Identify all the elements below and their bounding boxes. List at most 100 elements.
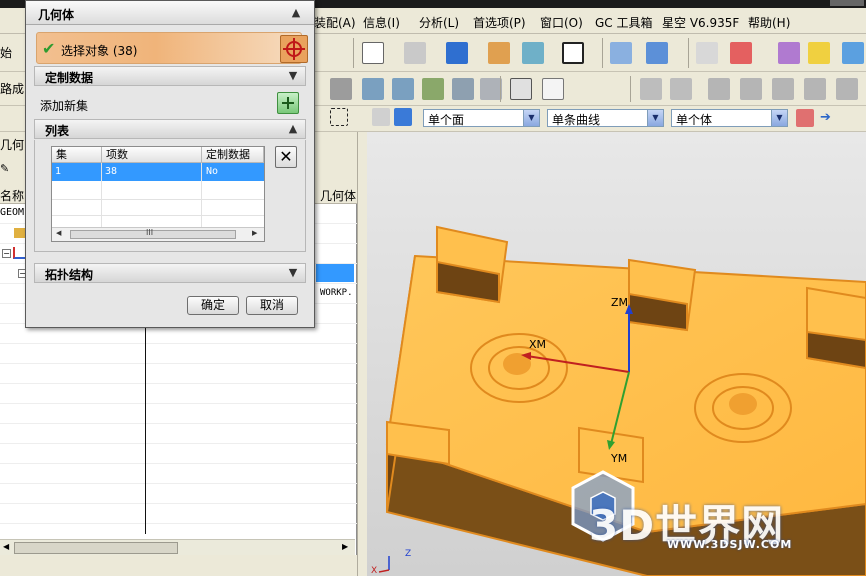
toolbar-separator: [688, 38, 689, 68]
feature-icon[interactable]: [670, 78, 692, 100]
menu-analysis[interactable]: 分析(L): [419, 14, 459, 31]
list-horizontal-scrollbar[interactable]: ◀ III ▶: [52, 227, 264, 241]
scroll-right-icon[interactable]: ▶: [342, 542, 348, 551]
scroll-right-icon[interactable]: ▶: [252, 229, 257, 237]
chevron-down-icon[interactable]: ▼: [285, 265, 301, 281]
snap-point-icon[interactable]: [778, 42, 800, 64]
select-object-row[interactable]: ✔ 选择对象 (38): [36, 32, 308, 64]
refresh-icon[interactable]: [842, 42, 864, 64]
expand-toggle-icon[interactable]: −: [2, 249, 11, 258]
set-list-table[interactable]: 集 项数 定制数据 1 38 No ◀ III ▶: [51, 146, 265, 242]
dialog-title: 几何体: [38, 8, 75, 22]
table-row[interactable]: [0, 484, 357, 504]
table-row[interactable]: [52, 163, 264, 181]
graphics-viewport[interactable]: ZM XM YM Z X 3D世界网 WWW.3DSJW.COM: [367, 132, 866, 576]
open-folder-icon[interactable]: [488, 42, 510, 64]
table-row[interactable]: [0, 444, 357, 464]
face-filter-icon[interactable]: [372, 108, 390, 126]
plus-icon: [282, 97, 294, 109]
filter-options-icon[interactable]: [796, 109, 814, 127]
verify-icon[interactable]: [362, 78, 384, 100]
navigator-horizontal-scrollbar[interactable]: ◀ ▶: [0, 539, 355, 555]
menu-preferences[interactable]: 首选项(P): [473, 14, 526, 31]
scrollbar-thumb[interactable]: [14, 542, 178, 554]
face-rule-dropdown[interactable]: 单个面 ▼: [423, 109, 540, 127]
chevron-down-icon[interactable]: ▼: [771, 110, 787, 126]
cancel-button[interactable]: 取消: [246, 296, 298, 315]
table-row[interactable]: [0, 404, 357, 424]
menu-help[interactable]: 帮助(H): [748, 14, 790, 31]
feature-icon[interactable]: [640, 78, 662, 100]
feature-icon[interactable]: [772, 78, 794, 100]
view-direction-icon[interactable]: [646, 42, 668, 64]
curve-rule-dropdown[interactable]: 单条曲线 ▼: [547, 109, 664, 127]
select-object-button[interactable]: [280, 35, 308, 63]
feature-icon[interactable]: [836, 78, 858, 100]
scroll-left-icon[interactable]: ◀: [56, 229, 61, 237]
column-set[interactable]: 集: [52, 147, 102, 163]
coordinate-system-icon: [13, 247, 25, 259]
add-new-set-button[interactable]: [277, 92, 299, 114]
arrow-right-icon[interactable]: ➔: [820, 109, 836, 127]
generate-path-icon[interactable]: [392, 78, 414, 100]
body-rule-dropdown[interactable]: 单个体 ▼: [671, 109, 788, 127]
add-new-set-label: 添加新集: [40, 99, 89, 113]
toolbar-separator: [630, 76, 631, 102]
menu-info[interactable]: 信息(I): [363, 14, 400, 31]
topology-group[interactable]: 拓扑结构 ▼: [34, 263, 306, 283]
menu-window[interactable]: 窗口(O): [540, 14, 583, 31]
delete-set-button[interactable]: ✕: [275, 146, 297, 168]
column-custom-data[interactable]: 定制数据: [202, 147, 264, 163]
feature-icon[interactable]: [708, 78, 730, 100]
chevron-up-icon[interactable]: ▲: [285, 121, 301, 137]
layout-icon[interactable]: [696, 42, 718, 64]
toolbar-start-fragment[interactable]: 始: [0, 44, 12, 61]
feature-icon[interactable]: [804, 78, 826, 100]
create-program-icon[interactable]: [510, 78, 532, 100]
layer-icon[interactable]: [522, 42, 544, 64]
table-row[interactable]: [0, 464, 357, 484]
chevron-down-icon[interactable]: ▼: [285, 68, 301, 84]
dialog-title-bar[interactable]: 几何体 ▲: [26, 1, 314, 25]
chevron-down-icon[interactable]: ▼: [647, 110, 663, 126]
display-frame-icon[interactable]: [562, 42, 584, 64]
fit-view-icon[interactable]: [362, 42, 384, 64]
menu-gc-toolkit[interactable]: GC 工具箱: [595, 14, 653, 31]
toolbar-path-fragment[interactable]: 路成: [0, 80, 24, 97]
table-row[interactable]: [0, 424, 357, 444]
replay-icon[interactable]: [422, 78, 444, 100]
post-process-icon[interactable]: [452, 78, 474, 100]
custom-data-group[interactable]: 定制数据 ▼: [34, 66, 306, 86]
table-row[interactable]: [0, 344, 357, 364]
window-control[interactable]: [830, 0, 864, 6]
wcs-icon[interactable]: [730, 42, 752, 64]
crosshair-icon: [283, 38, 305, 60]
shaded-cube-icon[interactable]: [446, 42, 468, 64]
menu-xingkong[interactable]: 星空 V6.935F: [662, 14, 739, 31]
column-count[interactable]: 项数: [102, 147, 202, 163]
orient-view-icon[interactable]: [610, 42, 632, 64]
help-magnifier-icon[interactable]: [808, 42, 830, 64]
table-row[interactable]: [0, 504, 357, 524]
body-filter-icon[interactable]: [394, 108, 412, 126]
list-group[interactable]: 列表 ▲: [34, 119, 306, 139]
chevron-up-icon[interactable]: ▲: [288, 5, 304, 21]
transform-icon[interactable]: [480, 78, 502, 100]
table-row[interactable]: [0, 364, 357, 384]
selection-box-icon[interactable]: [330, 108, 348, 126]
column-name[interactable]: 名称: [0, 187, 24, 204]
scroll-left-icon[interactable]: ◀: [3, 542, 9, 551]
table-row[interactable]: [0, 384, 357, 404]
key-icon[interactable]: ✎: [0, 162, 9, 175]
select-arrow-icon[interactable]: [542, 78, 564, 100]
part-dome[interactable]: [729, 393, 757, 415]
render-style-icon[interactable]: [404, 42, 426, 64]
operation-icon[interactable]: [330, 78, 352, 100]
chevron-down-icon[interactable]: ▼: [523, 110, 539, 126]
ok-button[interactable]: 确定: [187, 296, 239, 315]
column-geometry[interactable]: 几何体: [320, 187, 356, 204]
grid-line: [201, 163, 202, 229]
feature-icon[interactable]: [740, 78, 762, 100]
panel-splitter[interactable]: [357, 132, 367, 576]
menu-assembly[interactable]: 装配(A): [314, 14, 356, 31]
